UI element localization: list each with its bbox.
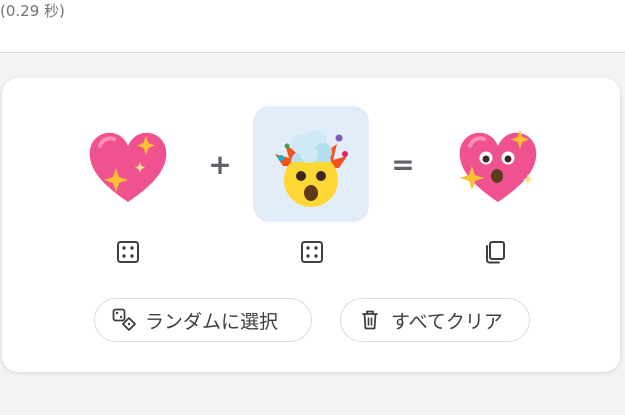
exploding-head-emoji bbox=[275, 130, 348, 207]
random-select-button[interactable]: ランダムに選択 bbox=[94, 298, 312, 342]
result-emoji-slot[interactable] bbox=[440, 108, 556, 224]
right-emoji-slot[interactable] bbox=[253, 106, 369, 222]
equals-operator: = bbox=[391, 148, 415, 181]
emoji-kitchen-card: + = ランダムに選択 すべてクリア bbox=[2, 78, 620, 372]
sparkling-heart-emoji bbox=[89, 132, 167, 202]
result-stats: (0.29 秒) bbox=[0, 2, 65, 20]
top-bar: (0.29 秒) bbox=[0, 0, 625, 53]
left-emoji-slot[interactable] bbox=[70, 108, 186, 224]
dice-icon[interactable] bbox=[299, 239, 325, 265]
copy-icon[interactable] bbox=[482, 239, 508, 265]
result-emoji bbox=[459, 130, 537, 202]
dice-pair-icon bbox=[112, 308, 136, 331]
dice-icon[interactable] bbox=[115, 239, 141, 265]
trash-icon bbox=[362, 310, 378, 330]
clear-all-button[interactable]: すべてクリア bbox=[340, 298, 530, 342]
clear-all-label: すべてクリア bbox=[391, 310, 503, 333]
plus-operator: + bbox=[208, 148, 232, 181]
random-select-label: ランダムに選択 bbox=[145, 310, 279, 333]
